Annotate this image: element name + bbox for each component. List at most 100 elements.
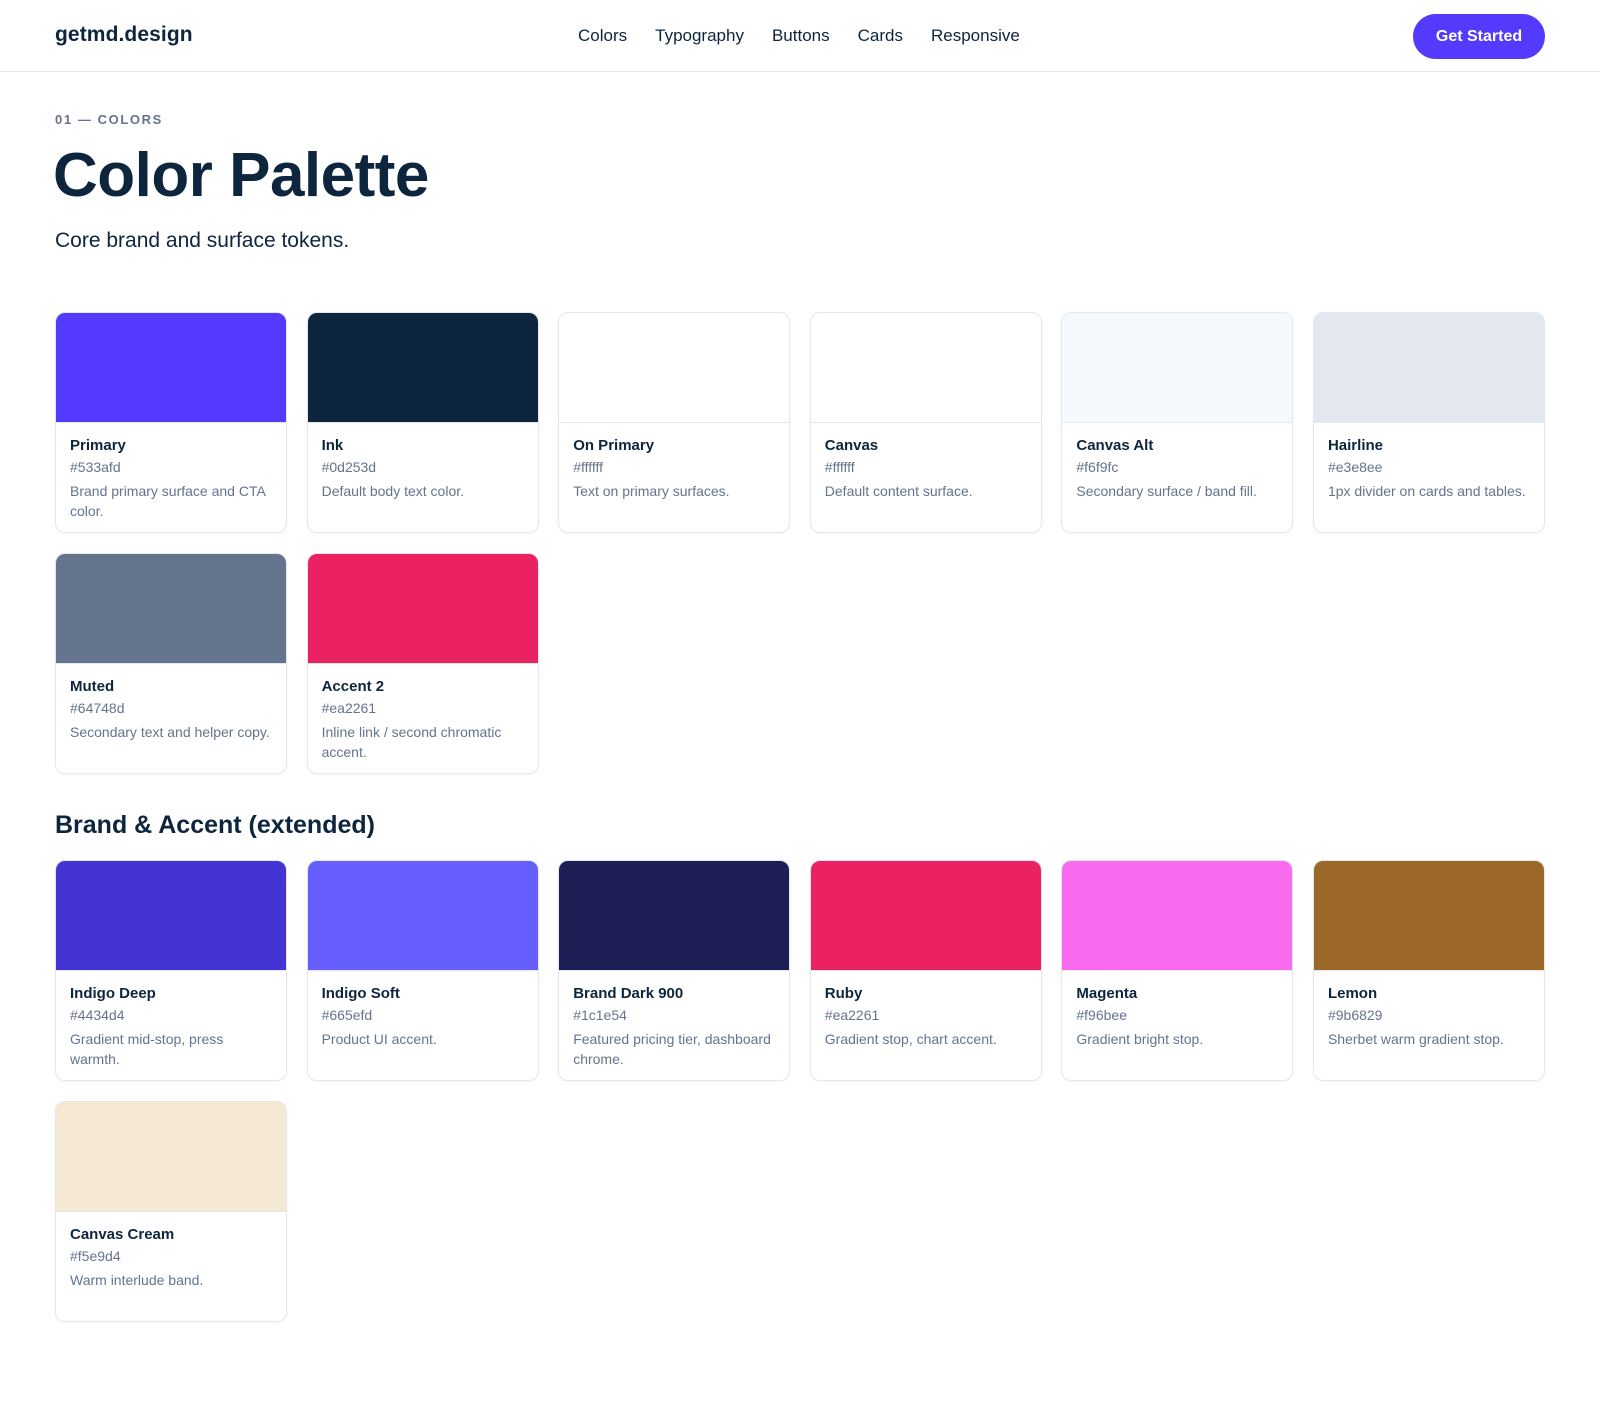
- swatch-color-chip: [810, 313, 1041, 423]
- swatch-hex: #533afd: [70, 459, 121, 475]
- swatch-description: Gradient mid-stop, press warmth.: [70, 1031, 224, 1067]
- swatch-description: Secondary text and helper copy.: [70, 724, 270, 740]
- swatch-color-chip: [56, 1102, 286, 1212]
- swatch-hex: #e3e8ee: [1327, 459, 1383, 475]
- swatch-card: Indigo Deep #4434d4 Gradient mid-stop, pre…: [55, 860, 287, 1081]
- swatch-hex: #ffffff: [824, 459, 855, 475]
- swatch-body: Ink #0d253d Default body text color.: [308, 423, 538, 501]
- swatch-description: 1px divider on cards and tables.: [1327, 483, 1526, 499]
- nav-link-buttons[interactable]: Buttons: [772, 26, 830, 46]
- swatch-body: On Primary #ffffff Text on primary surface…: [559, 423, 789, 501]
- swatch-card: Canvas Alt #f6f9fc Secondary surface / ban…: [1061, 312, 1294, 533]
- swatch-card: Ink #0d253d Default body text color.: [306, 312, 539, 533]
- swatch-name: Canvas: [824, 437, 879, 454]
- swatch-body: Indigo Soft #665efd Product UI accent.: [308, 971, 538, 1049]
- swatch-body: Canvas Alt #f6f9fc Secondary surface / ban…: [1062, 423, 1292, 501]
- swatch-color-chip: [56, 554, 286, 664]
- swatch-hex: #ea2261: [824, 1007, 880, 1023]
- swatch-name: On Primary: [573, 437, 655, 454]
- swatch-hex: #0d253d: [321, 459, 377, 475]
- swatch-color-chip: [1313, 861, 1544, 971]
- swatch-body: Indigo Deep #4434d4 Gradient mid-stop, pre…: [56, 971, 286, 1069]
- swatch-card: Lemon #9b6829 Sherbet warm gradient stop.: [1312, 860, 1545, 1081]
- core-swatch-grid: Primary #533afd Brand primary surface and …: [55, 312, 1545, 774]
- swatch-hex: #9b6829: [1327, 1007, 1383, 1023]
- swatch-card: On Primary #ffffff Text on primary surface…: [558, 312, 791, 533]
- swatch-description: Default content surface.: [824, 483, 973, 499]
- nav-links: Colors Typography Buttons Cards Responsi…: [578, 26, 1020, 46]
- top-nav: getmd.design Colors Typography Buttons C…: [0, 0, 1600, 72]
- swatch-color-chip: [56, 313, 286, 423]
- nav-link-colors[interactable]: Colors: [578, 26, 627, 46]
- extended-swatch-grid: Indigo Deep #4434d4 Gradient mid-stop, pre…: [55, 860, 1545, 1322]
- swatch-card: Brand Dark 900 #1c1e54 Featured pricing ti…: [558, 860, 791, 1081]
- swatch-hex: #ea2261: [321, 700, 377, 716]
- swatch-card: Primary #533afd Brand primary surface and …: [55, 312, 287, 533]
- swatch-color-chip: [810, 861, 1041, 971]
- swatch-name: Muted: [70, 678, 115, 695]
- swatch-description: Text on primary surfaces.: [573, 483, 730, 499]
- page-subtitle: Core brand and surface tokens.: [55, 229, 350, 252]
- swatch-body: Brand Dark 900 #1c1e54 Featured pricing ti…: [559, 971, 789, 1069]
- swatch-card: Magenta #f96bee Gradient bright stop.: [1061, 860, 1294, 1081]
- swatch-color-chip: [1062, 861, 1293, 971]
- swatch-color-chip: [559, 313, 790, 423]
- nav-link-responsive[interactable]: Responsive: [931, 26, 1020, 46]
- swatch-hex: #f96bee: [1076, 1007, 1127, 1023]
- brand-logo[interactable]: getmd.design: [55, 23, 193, 47]
- swatch-hex: #64748d: [70, 700, 125, 716]
- swatch-name: Lemon: [1327, 985, 1378, 1002]
- swatch-name: Hairline: [1327, 437, 1383, 454]
- swatch-hex: #ffffff: [573, 459, 604, 475]
- swatch-description: Gradient stop, chart accent.: [824, 1031, 997, 1047]
- swatch-description: Sherbet warm gradient stop.: [1327, 1031, 1504, 1047]
- swatch-description: Secondary surface / band fill.: [1076, 483, 1257, 499]
- swatch-hex: #4434d4: [70, 1007, 125, 1023]
- swatch-body: Canvas #ffffff Default content surface.: [811, 423, 1041, 501]
- swatch-description: Featured pricing tier, dashboard chrome.: [573, 1031, 771, 1067]
- swatch-description: Product UI accent.: [321, 1031, 437, 1047]
- swatch-description: Default body text color.: [321, 483, 465, 499]
- swatch-body: Accent 2 #ea2261 Inline link / second chro…: [308, 664, 538, 762]
- swatch-color-chip: [307, 554, 538, 664]
- swatch-name: Indigo Soft: [321, 985, 400, 1002]
- swatch-body: Ruby #ea2261 Gradient stop, chart accent.: [811, 971, 1041, 1049]
- swatch-color-chip: [56, 861, 286, 971]
- swatch-color-chip: [1313, 313, 1544, 423]
- swatch-hex: #f5e9d4: [70, 1248, 121, 1264]
- swatch-description: Warm interlude band.: [70, 1272, 204, 1288]
- swatch-body: Muted #64748d Secondary text and helper co…: [56, 664, 286, 742]
- swatch-body: Canvas Cream #f5e9d4 Warm interlude band.: [56, 1212, 286, 1290]
- swatch-body: Primary #533afd Brand primary surface and …: [56, 423, 286, 521]
- nav-link-typography[interactable]: Typography: [655, 26, 744, 46]
- nav-link-cards[interactable]: Cards: [858, 26, 903, 46]
- swatch-card: Accent 2 #ea2261 Inline link / second chro…: [306, 553, 539, 774]
- swatch-name: Canvas Alt: [1076, 437, 1154, 454]
- page-title: Color Palette: [53, 141, 429, 210]
- swatch-description: Brand primary surface and CTA color.: [70, 483, 266, 519]
- swatch-description: Inline link / second chromatic accent.: [321, 724, 502, 760]
- swatch-hex: #1c1e54: [573, 1007, 627, 1023]
- swatch-card: Ruby #ea2261 Gradient stop, chart accent.: [809, 860, 1042, 1081]
- swatch-color-chip: [307, 313, 538, 423]
- swatch-card: Hairline #e3e8ee 1px divider on cards and …: [1312, 312, 1545, 533]
- swatch-body: Hairline #e3e8ee 1px divider on cards and …: [1314, 423, 1544, 501]
- swatch-color-chip: [307, 861, 538, 971]
- swatch-card: Canvas #ffffff Default content surface.: [809, 312, 1042, 533]
- swatch-name: Magenta: [1076, 985, 1138, 1002]
- swatch-card: Indigo Soft #665efd Product UI accent.: [306, 860, 539, 1081]
- swatch-color-chip: [1062, 313, 1293, 423]
- swatch-description: Gradient bright stop.: [1076, 1031, 1204, 1047]
- swatch-name: Brand Dark 900: [573, 985, 684, 1002]
- swatch-card: Canvas Cream #f5e9d4 Warm interlude band.: [55, 1101, 287, 1322]
- swatch-body: Lemon #9b6829 Sherbet warm gradient stop.: [1314, 971, 1544, 1049]
- swatch-name: Ruby: [824, 985, 863, 1002]
- section-eyebrow: 01 — COLORS: [55, 112, 163, 127]
- swatch-color-chip: [559, 861, 790, 971]
- swatch-body: Magenta #f96bee Gradient bright stop.: [1062, 971, 1292, 1049]
- extended-section-heading: Brand & Accent (extended): [55, 811, 375, 839]
- get-started-button[interactable]: Get Started: [1413, 14, 1545, 59]
- swatch-name: Accent 2: [321, 678, 385, 695]
- swatch-name: Primary: [70, 437, 126, 454]
- swatch-name: Canvas Cream: [70, 1226, 175, 1243]
